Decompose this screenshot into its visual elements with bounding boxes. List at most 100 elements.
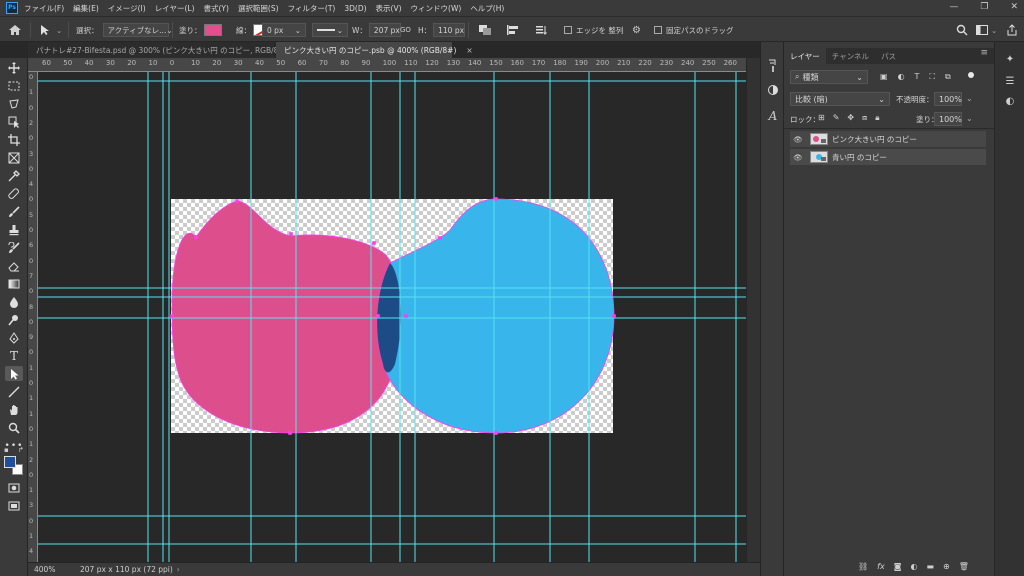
character-panel-button[interactable]: A [765,108,781,124]
tab-channels[interactable]: チャンネル [826,48,875,64]
menu-layer[interactable]: レイヤー(L) [155,3,195,14]
tab-pink-circle-copy[interactable]: ピンク大きい円 のコピー.psb @ 400% (RGB/8#) × [276,42,473,58]
path-operations-button[interactable] [478,17,492,43]
blend-mode-dropdown[interactable]: 比較 (暗) ⌄ [790,92,890,106]
anchor-point[interactable] [376,314,380,318]
blue-circle-shape[interactable] [376,198,615,434]
line-tool[interactable] [5,384,23,399]
swap-colors-icon[interactable]: ↱ [18,446,24,454]
shape-filter-icon[interactable]: ⛶ [929,72,935,82]
healing-brush-tool[interactable] [5,186,23,201]
workspace-switcher[interactable]: ⌄ [976,17,997,43]
type-tool[interactable]: T [5,348,23,363]
close-tab-icon[interactable]: × [466,46,472,55]
type-filter-icon[interactable]: T [915,72,920,82]
align-edges-checkbox[interactable] [564,26,572,34]
canvas-workspace[interactable] [38,72,746,562]
lock-artboard-icon[interactable]: ⧈ [862,113,867,123]
group-folder-icon[interactable]: ▬ [926,562,934,571]
minimize-button[interactable]: — [949,2,958,12]
hand-tool[interactable] [5,402,23,417]
anchor-point[interactable] [612,314,616,318]
eraser-tool[interactable] [5,258,23,273]
mask-icon[interactable]: ◙ [894,562,902,571]
brush-tool[interactable] [5,204,23,219]
opacity-field[interactable]: 100% [934,92,962,106]
dodge-tool[interactable] [5,312,23,327]
fixed-path-drag-checkbox[interactable] [654,26,662,34]
anchor-point[interactable] [404,314,408,318]
default-colors-icon[interactable]: ▪ [4,446,9,454]
fx-icon[interactable]: fx [877,562,885,571]
pen-tool[interactable] [5,330,23,345]
menu-select[interactable]: 選択範囲(S) [238,3,279,14]
document-info[interactable]: 207 px x 110 px (72 ppi) [80,565,173,574]
select-dropdown[interactable]: アクティブなレ... ⌄ [102,23,173,37]
blur-tool[interactable] [5,294,23,309]
chevron-down-icon[interactable]: ⌄ [966,94,973,103]
anchor-point[interactable] [170,314,174,318]
menu-3d[interactable]: 3D(D) [344,4,366,13]
adjustment-filter-icon[interactable]: ◐ [898,72,905,82]
trash-icon[interactable]: 🗑︎ [959,562,969,571]
menu-edit[interactable]: 編集(E) [73,3,99,14]
clone-stamp-tool[interactable] [5,222,23,237]
swap-default-colors[interactable]: ▪ ↱ [2,446,26,456]
tab-bifesta-document[interactable]: パナトレ#27-Bifesta.psd @ 300% (ピンク大きい円 のコピー… [28,42,310,58]
anchor-point[interactable] [372,241,376,245]
fill-opacity-field[interactable]: 100% [934,112,962,126]
anchor-point[interactable] [288,431,292,435]
stroke-width-field[interactable]: 0 px ⌄ [262,23,306,37]
menu-view[interactable]: 表示(V) [376,3,402,14]
lock-all-icon[interactable]: 🔒︎ [875,113,879,123]
history-panel-button[interactable] [765,58,781,74]
anchor-point[interactable] [289,232,293,236]
home-button[interactable] [8,17,22,43]
lock-image-icon[interactable]: ✎ [833,113,840,123]
fill-color-swatch[interactable] [203,24,222,36]
eyedropper-tool[interactable] [5,168,23,183]
color-panel-button[interactable]: ✦ [1003,52,1017,66]
visibility-eye-icon[interactable]: 👁︎ [790,153,806,162]
zoom-level[interactable]: 400% [34,565,76,574]
gradient-tool[interactable] [5,276,23,291]
height-field[interactable]: 110 px [433,23,466,37]
move-tool[interactable] [5,60,23,75]
settings-button[interactable]: ⚙ [632,17,641,43]
history-brush-tool[interactable] [5,240,23,255]
menu-type[interactable]: 書式(Y) [204,3,229,14]
screen-mode-button[interactable] [5,498,23,513]
link-layers-icon[interactable]: ⛓︎ [858,562,868,571]
path-selection-tool[interactable] [5,366,23,381]
actions-panel-button[interactable] [765,82,781,98]
filter-toggle-icon[interactable] [968,72,974,78]
tab-paths[interactable]: パス [875,48,902,64]
width-field[interactable]: 207 px [368,23,401,37]
search-button[interactable] [956,17,968,43]
link-icon[interactable]: GO [400,26,411,34]
object-select-tool[interactable] [5,114,23,129]
path-arrangement-button[interactable] [534,17,548,43]
pink-circle-shape[interactable] [171,200,402,434]
anchor-point[interactable] [438,236,442,240]
path-alignment-button[interactable] [506,17,520,43]
menu-file[interactable]: ファイル(F) [24,3,64,14]
close-window-button[interactable]: ✕ [1010,2,1018,12]
path-select-tool-preset[interactable]: ⌄ [38,17,62,43]
status-menu-arrow[interactable]: › [177,565,180,574]
layer-row[interactable]: 👁︎ 青い円 のコピー [790,149,986,165]
visibility-eye-icon[interactable]: 👁︎ [790,135,806,144]
pixel-filter-icon[interactable]: ▣ [880,72,888,82]
menu-filter[interactable]: フィルター(T) [288,3,336,14]
share-button[interactable] [1006,17,1018,43]
menu-window[interactable]: ウィンドウ(W) [411,3,462,14]
anchor-point[interactable] [235,199,239,203]
lock-position-icon[interactable]: ✥ [847,113,854,123]
zoom-tool[interactable] [5,420,23,435]
layer-filter-dropdown[interactable]: ⌕ 種類 ⌄ [790,70,868,84]
lasso-tool[interactable] [5,96,23,111]
chevron-down-icon[interactable]: ⌄ [966,114,973,123]
stroke-style-dropdown[interactable]: ⌄ [312,23,348,37]
lock-transparent-icon[interactable]: ⊞ [818,113,825,123]
menu-image[interactable]: イメージ(I) [108,3,146,14]
